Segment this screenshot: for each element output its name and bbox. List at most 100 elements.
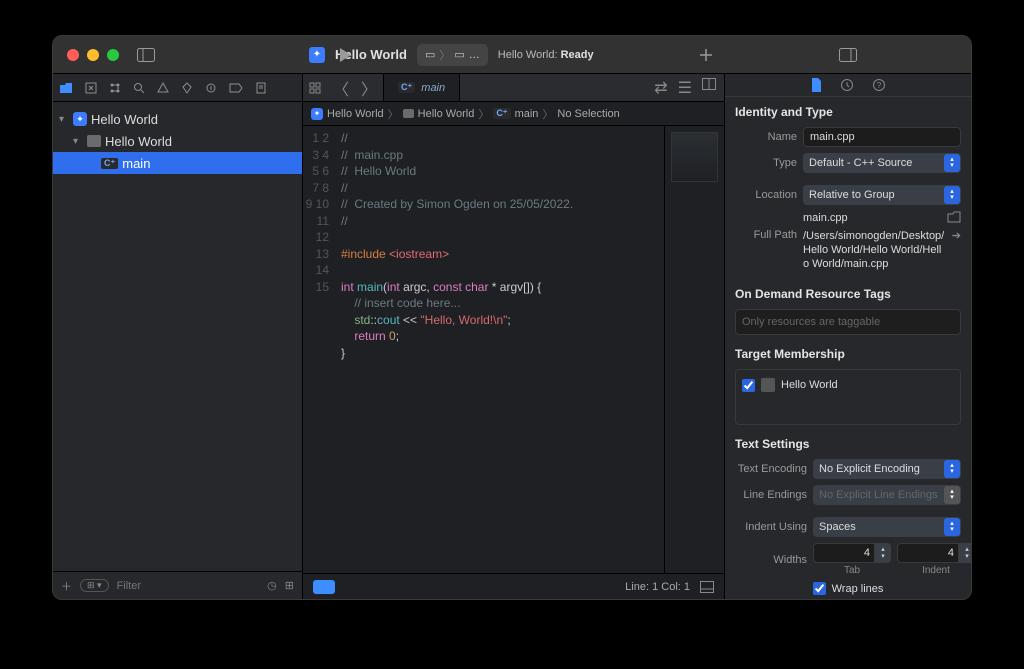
file-row-main[interactable]: C⁺ main <box>53 152 302 174</box>
location-select[interactable]: Relative to Group▴▾ <box>803 185 961 205</box>
navigate-back-button[interactable]: 〈 <box>327 76 355 100</box>
file-type-select[interactable]: Default - C++ Source▴▾ <box>803 153 961 173</box>
traffic-lights <box>53 49 119 61</box>
disclosure-triangle-icon[interactable]: ▾ <box>59 114 69 125</box>
titlebar-left <box>53 48 303 62</box>
cpp-file-icon: C⁺ <box>398 82 415 93</box>
zoom-window-button[interactable] <box>107 49 119 61</box>
related-items-button[interactable] <box>303 82 327 94</box>
titlebar-center: ✦ Hello World ▭ 〉 ▭ … Hello World: Ready <box>303 44 725 66</box>
project-root-label: Hello World <box>91 112 158 127</box>
project-icon: ✦ <box>309 47 325 63</box>
line-endings-label: Line Endings <box>735 489 807 501</box>
indent-width-stepper[interactable]: ▴▾ <box>959 543 971 563</box>
editor-status-bar: Line: 1 Col: 1 <box>303 573 724 599</box>
file-name-input[interactable] <box>803 127 961 147</box>
activity-status: Hello World: Ready <box>498 49 594 61</box>
group-label: Hello World <box>105 134 172 149</box>
location-label: Location <box>735 189 797 201</box>
name-label: Name <box>735 131 797 143</box>
navigator-filter-input[interactable] <box>117 580 260 592</box>
jump-group[interactable]: Hello World <box>418 108 475 120</box>
navigate-forward-button[interactable]: 〉 <box>355 76 383 100</box>
navigator-pane: ▾ ✦ Hello World ▾ Hello World C⁺ main ＋ … <box>53 74 303 599</box>
symbol-navigator-tab[interactable] <box>109 82 121 94</box>
target-checkbox[interactable] <box>742 379 755 392</box>
project-root-row[interactable]: ▾ ✦ Hello World <box>53 108 302 130</box>
group-row[interactable]: ▾ Hello World <box>53 130 302 152</box>
project-navigator-tree: ▾ ✦ Hello World ▾ Hello World C⁺ main <box>53 102 302 571</box>
indent-using-select[interactable]: Spaces▴▾ <box>813 517 961 537</box>
editor-tab-bar: 〈 〉 C⁺ main ⇄ ☰ <box>303 74 724 102</box>
source-control-navigator-tab[interactable] <box>85 82 97 94</box>
file-inspector-tab[interactable] <box>810 78 822 92</box>
jump-project[interactable]: Hello World <box>327 108 384 120</box>
reveal-in-finder-button[interactable]: ➔ <box>952 229 961 271</box>
add-tab-button[interactable] <box>699 48 713 62</box>
titlebar: ✦ Hello World ▭ 〉 ▭ … Hello World: Ready <box>53 36 971 74</box>
toggle-debug-area-icon[interactable] <box>700 581 714 593</box>
tab-width-input[interactable] <box>813 543 875 563</box>
scheme-selector[interactable]: ▭ 〉 ▭ … <box>417 44 488 66</box>
minimap[interactable] <box>664 126 724 573</box>
source-code-area: 1 2 3 4 5 6 7 8 9 10 11 12 13 14 15 // /… <box>303 126 724 573</box>
navigator-selector-bar <box>53 74 302 102</box>
toggle-inspector-icon[interactable] <box>839 48 857 62</box>
editor-options-icon[interactable]: ☰ <box>678 78 692 98</box>
xcode-window: ✦ Hello World ▭ 〉 ▭ … Hello World: Ready <box>52 35 972 600</box>
add-editor-icon[interactable] <box>702 78 716 98</box>
indent-width-sublabel: Indent <box>897 565 971 576</box>
debug-navigator-tab[interactable] <box>205 82 217 94</box>
ondemand-section-header: On Demand Resource Tags <box>735 287 961 301</box>
jump-file[interactable]: main <box>515 108 539 120</box>
fullpath-label: Full Path <box>735 229 797 271</box>
line-number-gutter: 1 2 3 4 5 6 7 8 9 10 11 12 13 14 15 <box>303 126 337 573</box>
find-navigator-tab[interactable] <box>133 82 145 94</box>
filter-scope-button[interactable]: ⊞ ▾ <box>80 579 109 592</box>
line-endings-select[interactable]: No Explicit Line Endings▴▾ <box>813 485 961 505</box>
cpp-file-icon: C⁺ <box>101 158 118 169</box>
encoding-label: Text Encoding <box>735 463 807 475</box>
history-inspector-tab[interactable] <box>840 78 854 92</box>
source-editor[interactable]: // // main.cpp // Hello World // // Crea… <box>337 126 664 573</box>
debug-bar-toggle[interactable] <box>313 580 335 594</box>
encoding-select[interactable]: No Explicit Encoding▴▾ <box>813 459 961 479</box>
scheme-destination-icon: ▭ <box>454 48 464 61</box>
editor-swap-icon[interactable]: ⇄ <box>654 78 667 98</box>
cursor-position: Line: 1 Col: 1 <box>625 581 690 593</box>
close-window-button[interactable] <box>67 49 79 61</box>
svg-text:?: ? <box>877 81 882 90</box>
editor-tab-main[interactable]: C⁺ main <box>383 74 460 101</box>
report-navigator-tab[interactable] <box>255 82 267 94</box>
breakpoint-navigator-tab[interactable] <box>229 83 243 93</box>
issue-navigator-tab[interactable] <box>157 82 169 94</box>
choose-location-button[interactable] <box>947 211 961 225</box>
target-name: Hello World <box>781 379 838 391</box>
disclosure-triangle-icon[interactable]: ▾ <box>73 136 83 147</box>
file-label: main <box>122 156 150 171</box>
project-icon: ✦ <box>311 108 323 120</box>
editor-pane: 〈 〉 C⁺ main ⇄ ☰ ✦ Hello World 〉 Hello Wo… <box>303 74 725 599</box>
tab-width-sublabel: Tab <box>813 565 891 576</box>
wrap-lines-label: Wrap lines <box>832 583 884 595</box>
jump-bar[interactable]: ✦ Hello World 〉 Hello World 〉 C⁺ main 〉 … <box>303 102 724 126</box>
add-files-button[interactable]: ＋ <box>61 578 72 594</box>
run-button[interactable] <box>338 47 352 63</box>
inspector-tab-bar: ? <box>725 74 971 97</box>
test-navigator-tab[interactable] <box>181 82 193 94</box>
tab-width-stepper[interactable]: ▴▾ <box>875 543 891 563</box>
jump-symbol[interactable]: No Selection <box>557 108 619 120</box>
project-navigator-tab[interactable] <box>59 82 73 94</box>
titlebar-right <box>725 48 971 62</box>
toggle-navigator-icon[interactable] <box>137 48 155 62</box>
fullpath-value: /Users/simonogden/Desktop/Hello World/He… <box>803 229 946 271</box>
help-inspector-tab[interactable]: ? <box>872 78 886 92</box>
recent-files-filter-icon[interactable]: ◷ <box>267 579 277 592</box>
text-section-header: Text Settings <box>735 437 961 451</box>
indent-width-input[interactable] <box>897 543 959 563</box>
ondemand-tags-well: Only resources are taggable <box>735 309 961 335</box>
minimize-window-button[interactable] <box>87 49 99 61</box>
scm-filter-icon[interactable]: ⊞ <box>285 579 294 592</box>
target-section-header: Target Membership <box>735 347 961 361</box>
wrap-lines-checkbox[interactable] <box>813 582 826 595</box>
